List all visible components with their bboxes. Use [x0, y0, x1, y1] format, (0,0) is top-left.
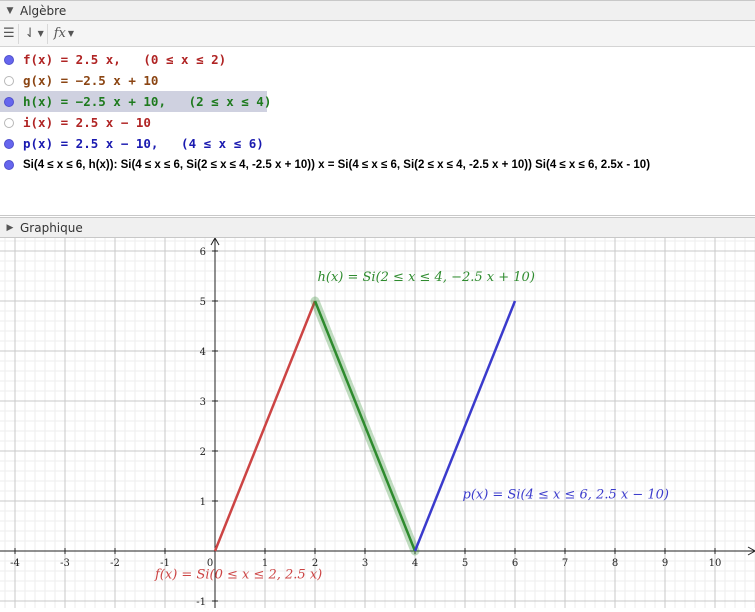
curve-h-label: h(x) = Si(2 ≤ x ≤ 4, −2.5 x + 10)	[318, 270, 535, 285]
y-tick-label: 3	[200, 397, 206, 408]
algebra-row[interactable]: Si(4 ≤ x ≤ 6, h(x)): Si(4 ≤ x ≤ 6, Si(2 …	[0, 154, 755, 175]
visibility-toggle[interactable]	[4, 117, 14, 128]
y-tick-label: 1	[200, 497, 206, 508]
x-tick-label: 5	[462, 558, 468, 569]
x-tick-label: 7	[562, 558, 568, 569]
algebra-expression[interactable]: i(x) = 2.5 x − 10	[23, 115, 151, 130]
algebra-row[interactable]: i(x) = 2.5 x − 10	[0, 112, 755, 133]
visibility-toggle[interactable]	[4, 96, 14, 107]
y-tick-label: 5	[200, 297, 206, 308]
input-bar-button[interactable]: fx ▼	[51, 24, 77, 44]
curve-p-label: p(x) = Si(4 ≤ x ≤ 6, 2.5 x − 10)	[463, 488, 669, 503]
graphics-panel-header[interactable]: ▶ Graphique	[0, 217, 755, 238]
x-tick-label: -3	[60, 558, 70, 569]
expand-triangle-icon[interactable]: ▶	[0, 223, 20, 233]
algebra-row[interactable]: g(x) = −2.5 x + 10	[0, 70, 755, 91]
panel-separator[interactable]	[0, 215, 755, 216]
algebra-expression[interactable]: f(x) = 2.5 x, (0 ≤ x ≤ 2)	[23, 52, 226, 67]
graphics-canvas[interactable]: -4 -3 -2 -1 0 1 2 3 4 5 6 7 8 9 10-1123456f(x) = Si(0 …	[0, 236, 755, 608]
graphics-view[interactable]: -4 -3 -2 -1 0 1 2 3 4 5 6 7 8 9 10 -1 1 2 3 4 5 6 f(x) = Si(0 …	[0, 236, 755, 608]
graphics-panel-title: Graphique	[20, 220, 83, 235]
x-tick-label: 4	[412, 558, 418, 569]
visibility-toggle[interactable]	[4, 159, 14, 170]
sort-by-button[interactable]: ⇃ ▼	[22, 23, 48, 44]
algebra-panel-header[interactable]: ▼ Algèbre	[0, 0, 755, 21]
algebra-expression[interactable]: h(x) = −2.5 x + 10, (2 ≤ x ≤ 4)	[23, 94, 271, 109]
algebra-expression[interactable]: p(x) = 2.5 x − 10, (4 ≤ x ≤ 6)	[23, 136, 264, 151]
chevron-down-icon: ▼	[37, 29, 44, 38]
chevron-down-icon: ▼	[67, 29, 75, 38]
x-tick-label: 9	[662, 558, 668, 569]
visibility-toggle[interactable]	[4, 75, 14, 86]
algebra-toolbar: ☰ ⇃ ▼ fx ▼	[0, 21, 755, 47]
y-tick-label: 2	[200, 447, 206, 458]
algebra-row[interactable]: f(x) = 2.5 x, (0 ≤ x ≤ 2)	[0, 49, 755, 70]
x-tick-label: -2	[110, 558, 120, 569]
fx-icon: fx	[53, 26, 66, 41]
visibility-toggle[interactable]	[4, 54, 14, 65]
auxiliary-objects-button[interactable]: ☰	[0, 23, 19, 44]
algebra-list: f(x) = 2.5 x, (0 ≤ x ≤ 2) g(x) = −2.5 x +…	[0, 49, 755, 175]
collapse-triangle-icon[interactable]: ▼	[0, 6, 20, 16]
algebra-expression[interactable]: g(x) = −2.5 x + 10	[23, 73, 158, 88]
x-tick-label: 8	[612, 558, 618, 569]
y-tick-label: -1	[196, 597, 206, 608]
x-tick-label: 6	[512, 558, 518, 569]
y-tick-label: 6	[200, 247, 206, 258]
x-tick-label: 10	[709, 558, 722, 569]
algebra-expression[interactable]: Si(4 ≤ x ≤ 6, h(x)): Si(4 ≤ x ≤ 6, Si(2 …	[23, 159, 650, 171]
curve-f-label: f(x) = Si(0 ≤ x ≤ 2, 2.5 x)	[154, 568, 322, 583]
sort-icon: ⇃	[24, 26, 36, 41]
lines-icon: ☰	[3, 26, 15, 41]
algebra-row[interactable]: p(x) = 2.5 x − 10, (4 ≤ x ≤ 6)	[0, 133, 755, 154]
x-tick-label: -4	[10, 558, 20, 569]
algebra-panel-title: Algèbre	[20, 3, 67, 18]
x-tick-label: 3	[362, 558, 368, 569]
y-tick-label: 4	[200, 347, 206, 358]
visibility-toggle[interactable]	[4, 138, 14, 149]
algebra-row[interactable]: h(x) = −2.5 x + 10, (2 ≤ x ≤ 4)	[0, 91, 271, 112]
